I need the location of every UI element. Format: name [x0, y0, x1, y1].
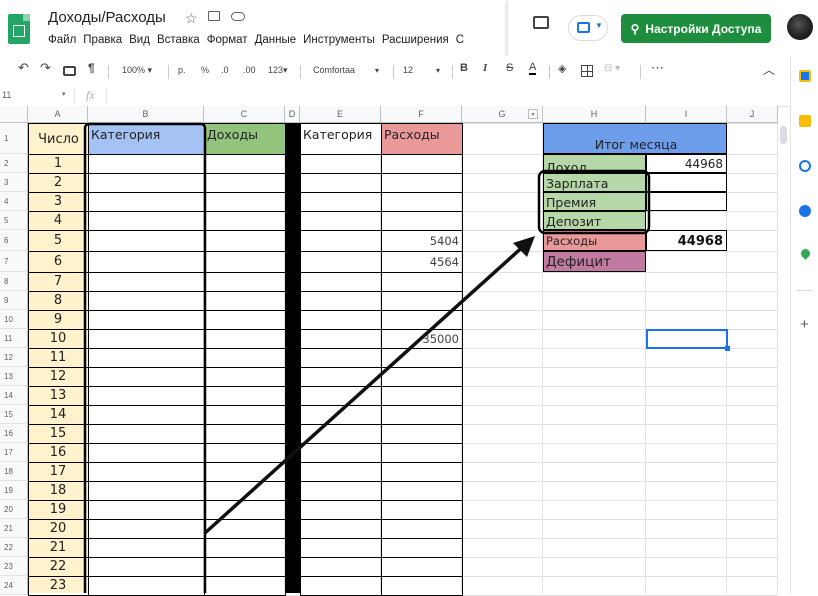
- arrow-line: [203, 241, 529, 535]
- annotation-overlay: [83, 122, 651, 593]
- highlight-box-income: [537, 169, 651, 235]
- highlight-box-category: [83, 122, 207, 593]
